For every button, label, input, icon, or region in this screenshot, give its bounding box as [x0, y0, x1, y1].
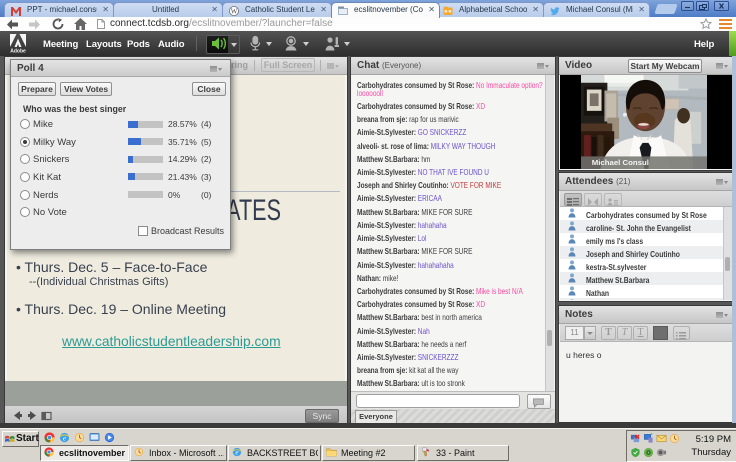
svg-text:Adobe: Adobe [10, 49, 26, 54]
svg-text:W: W [231, 8, 238, 16]
svg-text:Michael Consul: Michael Consul [592, 158, 649, 167]
